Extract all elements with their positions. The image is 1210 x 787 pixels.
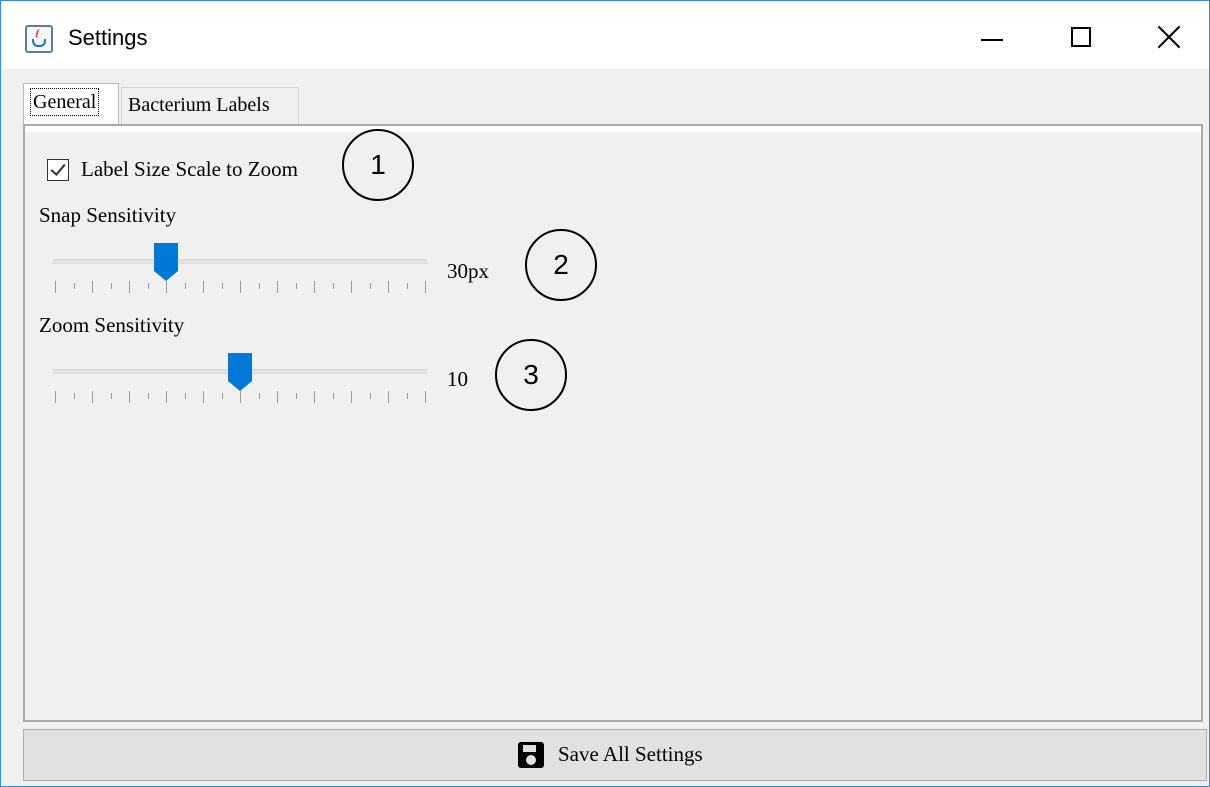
label-scale-label: Label Size Scale to Zoom bbox=[81, 157, 298, 181]
tab-bacterium-labels-label: Bacterium Labels bbox=[128, 94, 270, 116]
label-scale-checkbox[interactable] bbox=[47, 159, 69, 181]
maximize-button[interactable] bbox=[1049, 15, 1109, 61]
slider-ticks bbox=[55, 391, 426, 403]
minimize-button[interactable] bbox=[961, 15, 1021, 61]
floppy-disk-icon bbox=[518, 742, 544, 768]
slider-ticks bbox=[55, 281, 426, 293]
java-cup-icon bbox=[25, 25, 53, 53]
slider-thumb[interactable] bbox=[154, 243, 178, 283]
close-button[interactable] bbox=[1137, 15, 1197, 61]
save-all-settings-button[interactable]: Save All Settings bbox=[23, 729, 1207, 781]
tab-general-label: General bbox=[30, 88, 100, 116]
snap-sensitivity-slider[interactable] bbox=[53, 233, 427, 293]
tab-general[interactable]: General bbox=[23, 83, 119, 125]
snap-sensitivity-label: Snap Sensitivity bbox=[39, 203, 177, 227]
close-icon bbox=[1157, 25, 1181, 49]
window-title: Settings bbox=[68, 25, 148, 50]
callout-1: 1 bbox=[342, 129, 414, 201]
title-bar: Settings bbox=[1, 1, 1209, 69]
tab-bacterium-labels[interactable]: Bacterium Labels bbox=[121, 87, 299, 125]
checkmark-icon bbox=[50, 160, 66, 176]
zoom-sensitivity-slider[interactable] bbox=[53, 343, 427, 403]
callout-2: 2 bbox=[525, 229, 597, 301]
callout-3: 3 bbox=[495, 339, 567, 411]
slider-thumb[interactable] bbox=[228, 353, 252, 393]
zoom-sensitivity-value: 10 bbox=[447, 367, 468, 391]
minimize-icon bbox=[981, 39, 1003, 41]
settings-window: Settings General Bacterium Labels Label … bbox=[0, 0, 1210, 787]
general-tab-panel bbox=[23, 124, 1203, 722]
maximize-icon bbox=[1071, 27, 1091, 47]
save-all-settings-label: Save All Settings bbox=[558, 742, 703, 766]
slider-track bbox=[53, 259, 427, 264]
snap-sensitivity-value: 30px bbox=[447, 259, 489, 283]
zoom-sensitivity-label: Zoom Sensitivity bbox=[39, 313, 185, 337]
